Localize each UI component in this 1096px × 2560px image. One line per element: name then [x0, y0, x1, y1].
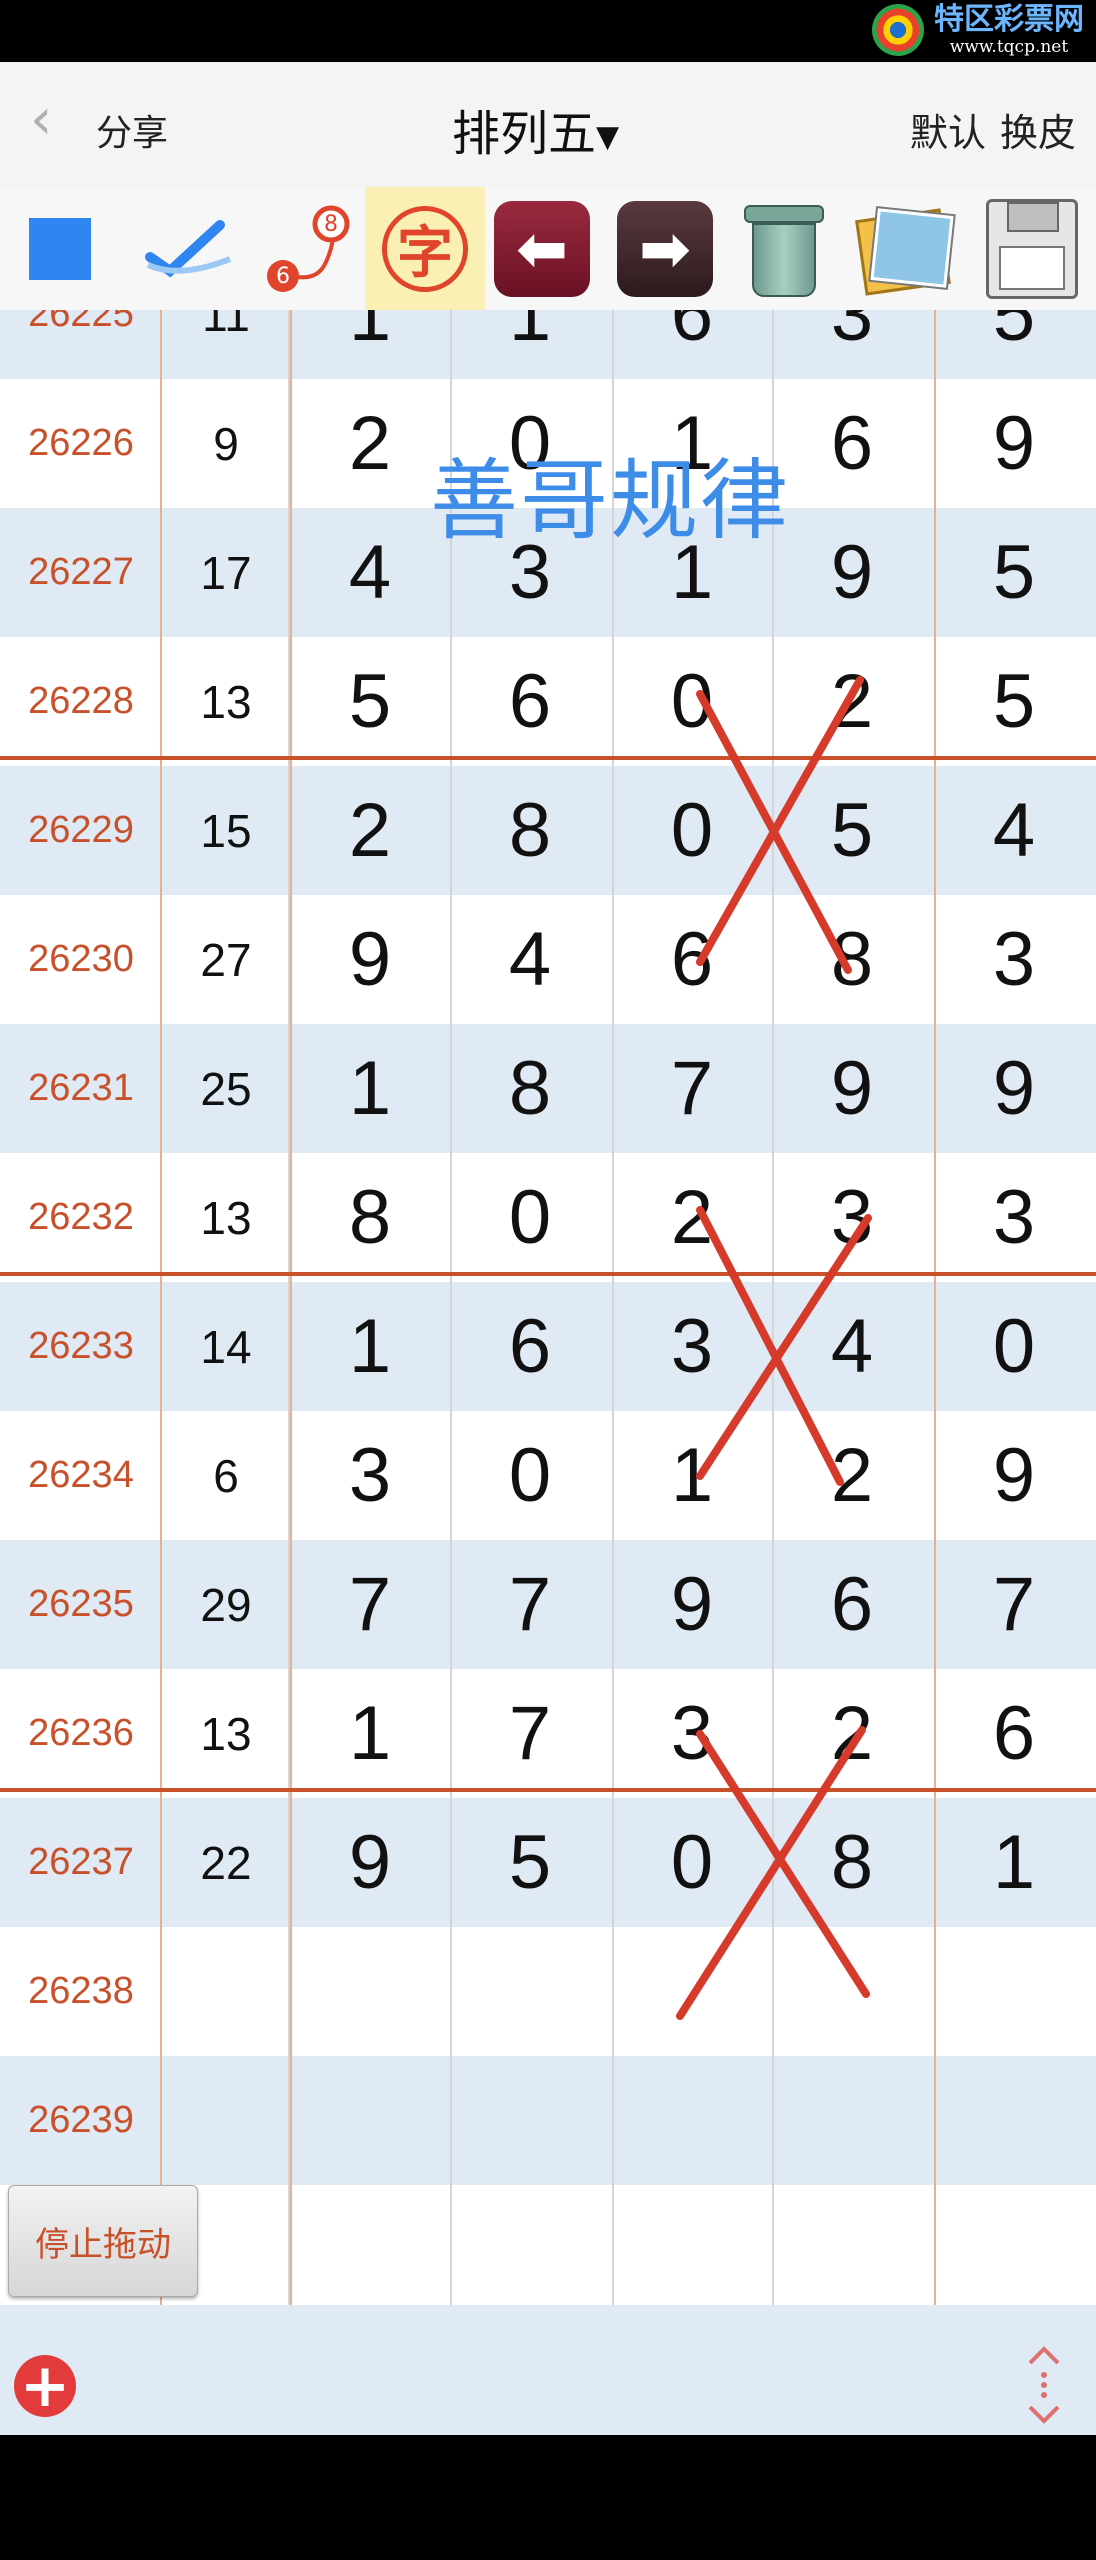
- results-grid[interactable]: 26225 11 1 1 6 3 5 26226 9 2 0 1 6 9 26227 17 4 3 1 9 5 26228…: [0, 310, 1096, 2305]
- svg-text:8: 8: [324, 212, 338, 237]
- floppy-save-icon: [986, 198, 1078, 299]
- undo-button[interactable]: ⬅: [482, 187, 602, 310]
- x-mark-stroke: [676, 1726, 866, 2020]
- vertical-resize-icon[interactable]: [1024, 2345, 1064, 2425]
- arrow-left-icon: ⬅: [494, 200, 590, 297]
- default-button[interactable]: 默认: [910, 111, 986, 155]
- x-mark-stroke: [696, 676, 864, 966]
- share-button[interactable]: 分享: [96, 104, 168, 156]
- photos-icon: [855, 204, 954, 296]
- page-title: 排列五: [452, 106, 597, 162]
- stop-drag-button[interactable]: 停止拖动: [8, 2185, 198, 2297]
- x-mark-stroke: [696, 1730, 870, 1998]
- lottery-type-dropdown[interactable]: 排列五▼: [452, 94, 619, 164]
- watermark-brand: 特区彩票网: [934, 1, 1084, 37]
- brand-logo-icon: [872, 4, 924, 56]
- pen-check-tool[interactable]: [130, 187, 250, 310]
- delete-button[interactable]: [724, 187, 844, 310]
- overlay-text: 善哥规律: [430, 449, 791, 552]
- toolbar: 8 6 字 ⬅ ➡: [0, 187, 1096, 311]
- char-tool[interactable]: 字: [365, 187, 485, 310]
- watermark-url: www.tqcp.net: [949, 36, 1069, 57]
- arrow-right-icon: ➡: [617, 200, 713, 297]
- status-bar: 特区彩票网 www.tqcp.net: [0, 0, 1096, 62]
- trash-icon: [744, 199, 824, 299]
- add-circle-icon[interactable]: +: [14, 2355, 76, 2417]
- line-connect-icon: 8 6: [267, 205, 350, 292]
- char-icon: 字: [382, 205, 468, 292]
- line-connect-tool[interactable]: 8 6: [250, 187, 370, 310]
- pen-check-icon: [145, 219, 232, 277]
- x-marks-overlay: [676, 676, 872, 2020]
- redo-button[interactable]: ➡: [605, 187, 725, 310]
- svg-text:6: 6: [276, 264, 290, 289]
- caret-down-icon: ▼: [596, 119, 620, 155]
- system-nav-area: [0, 2435, 1096, 2560]
- watermark: 特区彩票网 www.tqcp.net: [872, 4, 1084, 56]
- bottom-bar: +: [0, 2305, 1096, 2435]
- blue-square-icon: [29, 217, 91, 280]
- skin-button[interactable]: 换皮: [1000, 111, 1076, 155]
- gallery-button[interactable]: [844, 187, 964, 310]
- blue-square-tool[interactable]: [0, 187, 120, 310]
- chevron-left-icon[interactable]: ‹: [30, 92, 52, 148]
- save-button[interactable]: [972, 187, 1092, 310]
- nav-bar: ‹ 分享 排列五▼ 默认 换皮: [0, 62, 1096, 187]
